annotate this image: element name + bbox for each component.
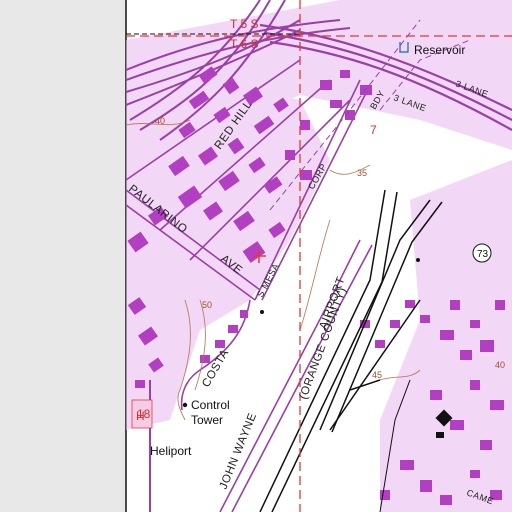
contour-40-label-a: 40 [155, 116, 165, 126]
control-tower-label-line2: Tower [191, 413, 223, 427]
township-lower-label: T 6 S [230, 37, 258, 51]
section-7-label: 7 [370, 123, 377, 137]
topographic-map: 73 H T 5 S T 6 S Reservoir 3 LANE 3 LANE… [0, 0, 512, 512]
route-73-label: 73 [477, 249, 489, 260]
control-tower-dot-icon [182, 402, 188, 408]
contour-50-label: 50 [202, 300, 212, 310]
spot-dot-icon [416, 258, 420, 262]
contour-45-label: 45 [372, 370, 382, 380]
contour-35-label: 35 [357, 168, 367, 178]
heliport-label: Heliport [150, 444, 192, 458]
control-tower-label-line1: Control [191, 398, 230, 412]
section-18-label: 18 [137, 407, 151, 421]
route-73-shield: 73 [472, 243, 492, 263]
reservoir-label: Reservoir [414, 43, 465, 57]
spot-dot-icon [260, 310, 264, 314]
township-upper-label: T 5 S [230, 17, 258, 31]
contour-40-label-b: 40 [495, 360, 505, 370]
